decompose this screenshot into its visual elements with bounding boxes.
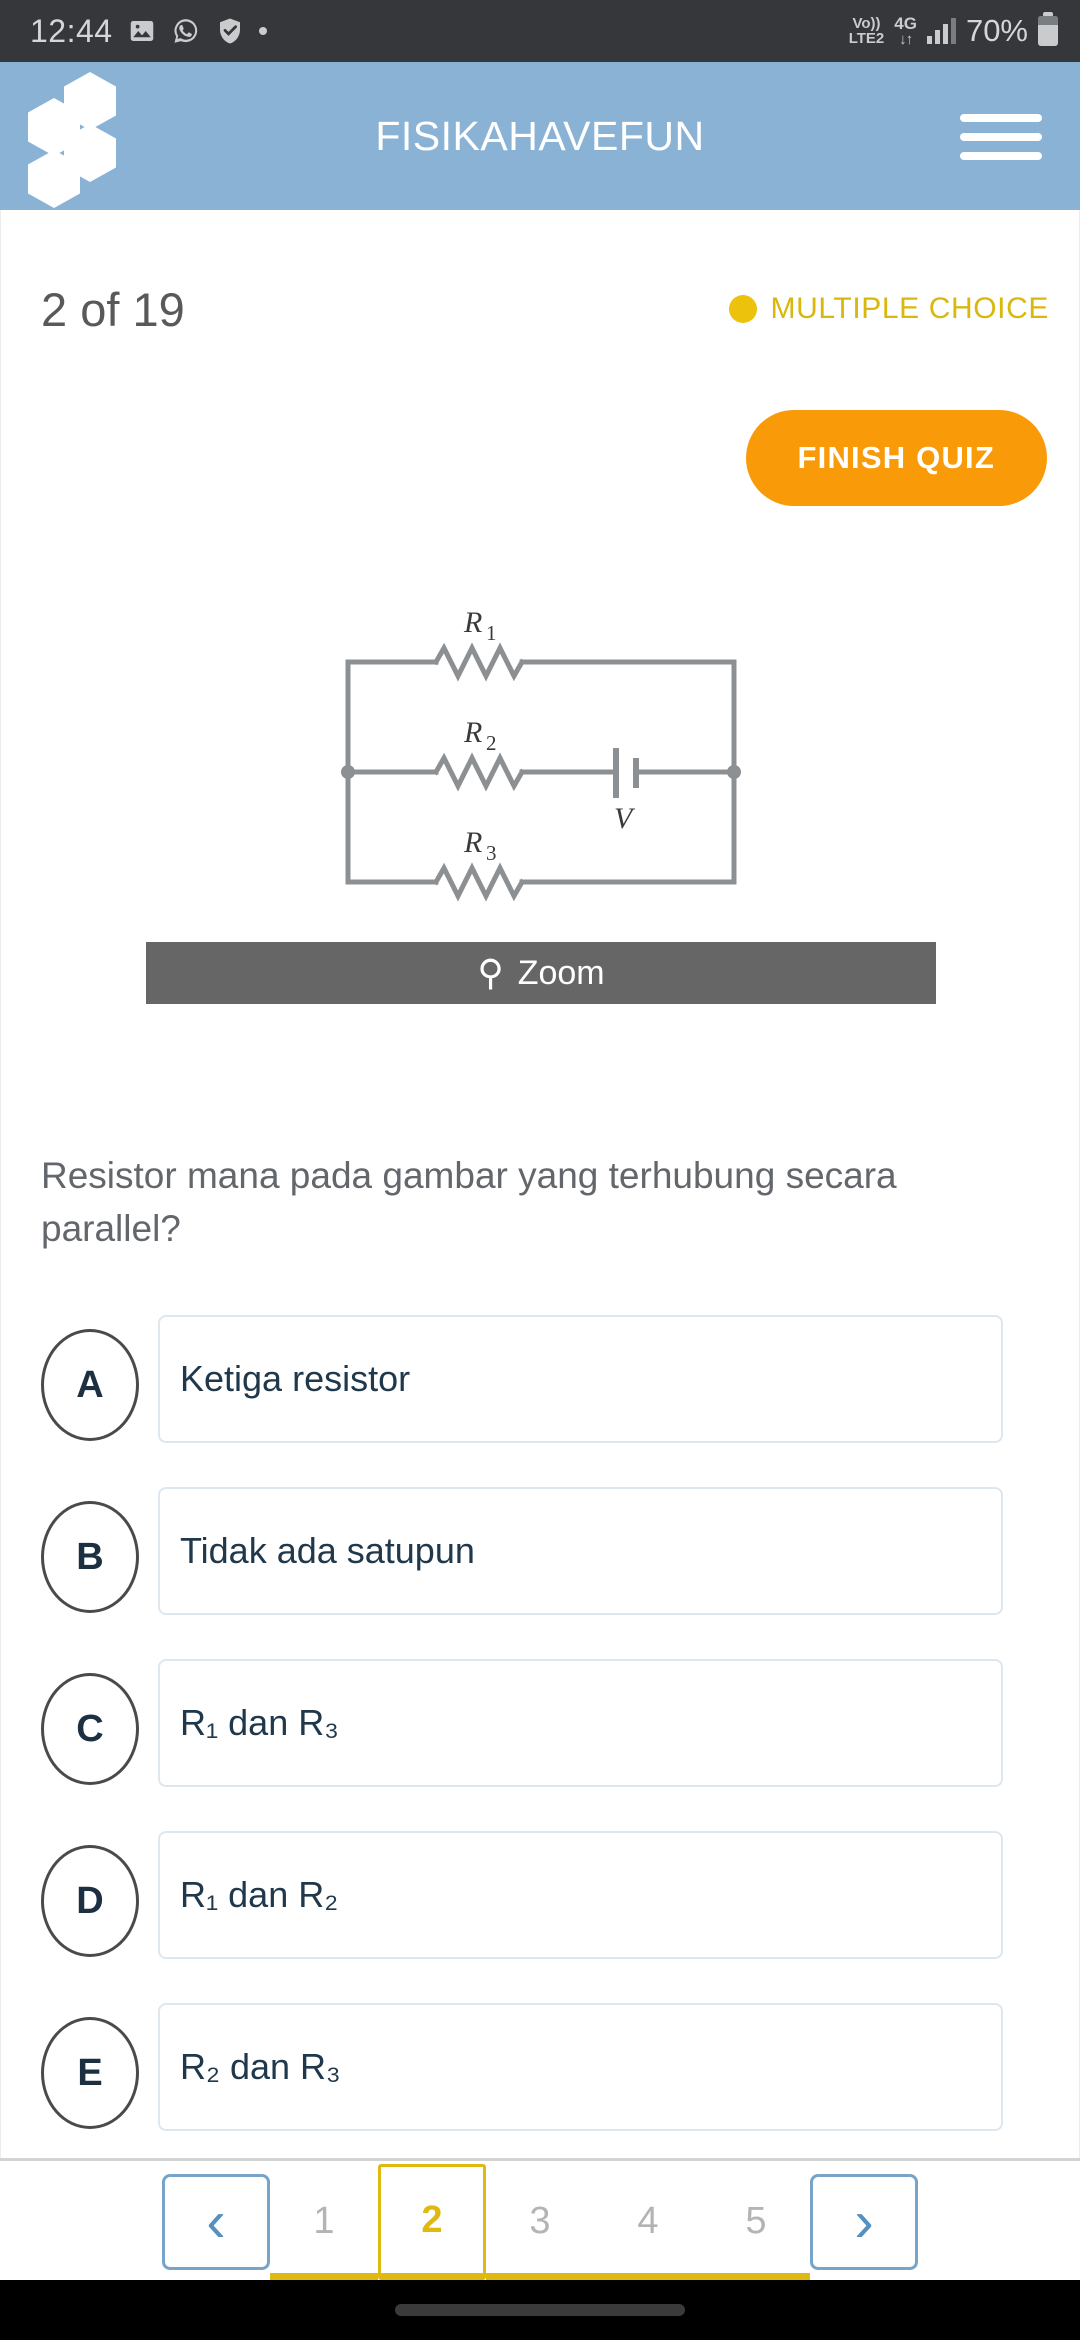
option-box-c[interactable]: R₁ dan R₃ bbox=[158, 1659, 1003, 1787]
option-letter-b: B bbox=[41, 1501, 139, 1613]
parallel-resistor-circuit-diagram: R 1 R 2 R 3 V bbox=[341, 606, 741, 902]
data-transfer-arrows-icon: ↓↑ bbox=[899, 31, 913, 48]
magnifier-icon: ⚲ bbox=[477, 952, 504, 993]
svg-text:2: 2 bbox=[486, 731, 497, 755]
answer-option-d[interactable]: D R₁ dan R₂ bbox=[1, 1831, 1080, 1973]
battery-percent-label: 70% bbox=[965, 13, 1028, 48]
question-progress-label: 2 of 19 bbox=[41, 283, 185, 336]
svg-text:R: R bbox=[463, 606, 482, 639]
finish-quiz-button[interactable]: FINISH QUIZ bbox=[745, 410, 1047, 506]
answer-option-e[interactable]: E R₂ dan R₃ bbox=[1, 2003, 1080, 2145]
battery-icon bbox=[1038, 12, 1058, 46]
dot-icon bbox=[258, 27, 267, 35]
svg-text:1: 1 bbox=[486, 621, 497, 645]
option-text-d: R₁ dan R₂ bbox=[180, 1874, 339, 1915]
status-bar-right: Vo)) LTE2 4G ↓↑ 70% bbox=[849, 12, 1058, 49]
question-text: Resistor mana pada gambar yang terhubung… bbox=[41, 1155, 897, 1249]
volte-indicator: Vo)) LTE2 bbox=[849, 16, 885, 46]
signal-bars-icon bbox=[926, 18, 956, 44]
option-box-d[interactable]: R₁ dan R₂ bbox=[158, 1831, 1003, 1959]
status-bar-left: 12:44 bbox=[30, 13, 267, 50]
option-text-b: Tidak ada satupun bbox=[180, 1530, 475, 1571]
zoom-button-label: Zoom bbox=[517, 953, 605, 992]
volte-top-label: Vo)) bbox=[852, 15, 881, 32]
page-number-1[interactable]: 1 bbox=[270, 2170, 378, 2280]
zoom-image-button[interactable]: ⚲ Zoom bbox=[146, 942, 936, 1004]
option-letter-e: E bbox=[41, 2017, 139, 2129]
android-navigation-bar bbox=[0, 2280, 1080, 2340]
gesture-pill-handle[interactable] bbox=[395, 2304, 685, 2316]
next-page-button[interactable]: › bbox=[810, 2174, 918, 2270]
app-title: FISIKAHAVEFUN bbox=[375, 112, 705, 159]
page-number-4[interactable]: 4 bbox=[594, 2170, 702, 2280]
option-letter-c: C bbox=[41, 1673, 139, 1785]
quiz-page: 2 of 19 MULTIPLE CHOICE FINISH QUIZ R 1 … bbox=[0, 210, 1080, 2158]
option-text-e: R₂ dan R₃ bbox=[180, 2046, 341, 2087]
app-header-bar: FISIKAHAVEFUN bbox=[0, 62, 1080, 210]
pagination-control: ‹ 1 2 3 4 5 › bbox=[0, 2161, 1080, 2283]
status-clock: 12:44 bbox=[30, 12, 113, 49]
svg-text:V: V bbox=[614, 802, 636, 835]
question-type-badge: MULTIPLE CHOICE bbox=[728, 292, 1050, 326]
answer-option-b[interactable]: B Tidak ada satupun bbox=[1, 1487, 1080, 1629]
svg-text:3: 3 bbox=[486, 841, 497, 865]
page-number-3[interactable]: 3 bbox=[486, 2170, 594, 2280]
option-letter-d: D bbox=[41, 1845, 139, 1957]
whatsapp-icon bbox=[174, 19, 197, 43]
question-header: 2 of 19 MULTIPLE CHOICE bbox=[1, 282, 1080, 352]
pagination-footer: ‹ 1 2 3 4 5 › bbox=[0, 2158, 1080, 2280]
hamburger-menu-icon[interactable] bbox=[960, 114, 1042, 160]
question-figure: R 1 R 2 R 3 V ⚲ Zoom bbox=[1, 600, 1080, 1004]
shield-check-icon bbox=[219, 18, 240, 44]
network-type-label: 4G bbox=[894, 14, 917, 33]
option-box-b[interactable]: Tidak ada satupun bbox=[158, 1487, 1003, 1615]
option-letter-a: A bbox=[41, 1329, 139, 1441]
option-text-c: R₁ dan R₃ bbox=[180, 1702, 339, 1743]
question-type-label: MULTIPLE CHOICE bbox=[770, 292, 1049, 325]
answer-option-a[interactable]: A Ketiga resistor bbox=[1, 1315, 1080, 1457]
svg-text:R: R bbox=[463, 826, 482, 859]
network-type-indicator: 4G ↓↑ bbox=[894, 15, 917, 47]
previous-page-button[interactable]: ‹ bbox=[162, 2174, 270, 2270]
page-number-5[interactable]: 5 bbox=[702, 2170, 810, 2280]
photo-icon bbox=[130, 21, 153, 41]
status-bar: 12:44 Vo)) LTE2 4G ↓↑ 70% bbox=[0, 0, 1080, 62]
svg-text:R: R bbox=[463, 716, 482, 749]
volte-bottom-label: LTE2 bbox=[848, 30, 885, 47]
option-box-e[interactable]: R₂ dan R₃ bbox=[158, 2003, 1003, 2131]
option-box-a[interactable]: Ketiga resistor bbox=[158, 1315, 1003, 1443]
option-text-a: Ketiga resistor bbox=[180, 1358, 411, 1399]
page-number-2[interactable]: 2 bbox=[378, 2164, 486, 2280]
answer-options-list: A Ketiga resistor B Tidak ada satupun C … bbox=[1, 1315, 1080, 2175]
answer-option-c[interactable]: C R₁ dan R₃ bbox=[1, 1659, 1080, 1801]
question-type-dot-icon bbox=[728, 295, 757, 323]
page-number-list: 1 2 3 4 5 bbox=[270, 2164, 810, 2280]
